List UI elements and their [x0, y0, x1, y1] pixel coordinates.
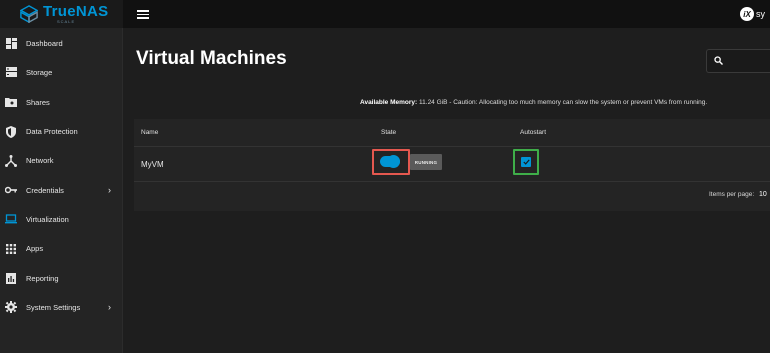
- autostart-checkbox[interactable]: [521, 157, 531, 167]
- sidebar-item-label: Apps: [26, 244, 44, 254]
- dashboard-icon: [5, 38, 17, 50]
- truenas-logo[interactable]: TrueNAS SCALE: [0, 0, 123, 28]
- search-icon: [714, 56, 723, 65]
- brand-edition: SCALE: [57, 19, 76, 24]
- sidebar-item-network[interactable]: Network: [0, 146, 123, 175]
- table-row[interactable]: MyVM RUNNING: [134, 148, 770, 182]
- sidebar-item-data-protection[interactable]: Data Protection: [0, 117, 123, 146]
- sidebar-item-label: Virtualization: [26, 214, 69, 224]
- vm-name: MyVM: [141, 160, 164, 169]
- sidebar-item-label: System Settings: [26, 302, 81, 312]
- chart-icon: [5, 272, 17, 284]
- sidebar-item-label: Shares: [26, 97, 50, 107]
- sidebar-item-dashboard[interactable]: Dashboard: [0, 29, 123, 58]
- sidebar-item-label: Storage: [26, 68, 53, 78]
- autostart-highlight-box: [513, 149, 539, 175]
- sidebar-item-label: Dashboard: [26, 39, 63, 49]
- hamburger-menu-icon[interactable]: [137, 8, 149, 20]
- apps-grid-icon: [5, 243, 17, 255]
- column-header-name[interactable]: Name: [141, 129, 158, 136]
- sidebar-item-shares[interactable]: Shares: [0, 88, 123, 117]
- brand-name: TrueNAS: [43, 3, 109, 20]
- shield-icon: [5, 125, 17, 138]
- chevron-right-icon: ›: [108, 302, 111, 313]
- available-memory-text: 11.24 GiB - Caution: Allocating too much…: [417, 99, 708, 106]
- laptop-icon: [5, 213, 17, 225]
- key-icon: [5, 184, 17, 196]
- checkmark-icon: [522, 159, 530, 165]
- vm-table-card: Name State Autostart MyVM RUNNING Items …: [134, 119, 770, 211]
- sidebar-item-credentials[interactable]: Credentials ›: [0, 175, 123, 204]
- vm-status-button[interactable]: RUNNING: [410, 154, 442, 170]
- available-memory-note: Available Memory: 11.24 GiB - Caution: A…: [360, 99, 707, 106]
- sidebar-item-apps[interactable]: Apps: [0, 234, 123, 263]
- chevron-right-icon: ›: [108, 185, 111, 196]
- gear-icon: [5, 301, 17, 314]
- search-input[interactable]: [706, 49, 770, 73]
- sidebar-nav: Dashboard Storage Shares Data Protection: [0, 29, 123, 322]
- folder-share-icon: [5, 96, 17, 108]
- column-header-state[interactable]: State: [381, 129, 396, 136]
- table-footer: Items per page: 10: [134, 183, 770, 211]
- items-per-page-select[interactable]: 10: [759, 191, 767, 198]
- page-title: Virtual Machines: [136, 48, 287, 69]
- app-root: TrueNAS SCALE Dashboard Storage Shares D…: [0, 0, 770, 353]
- toggle-knob: [387, 155, 400, 168]
- vm-state-toggle[interactable]: [380, 155, 400, 168]
- sidebar-item-label: Network: [26, 156, 54, 166]
- truenas-logo-icon: [20, 5, 38, 23]
- ix-logo-icon: iX: [740, 7, 754, 21]
- sidebar-item-storage[interactable]: Storage: [0, 58, 123, 87]
- sidebar-item-reporting[interactable]: Reporting: [0, 263, 123, 292]
- topbar: [123, 0, 770, 28]
- sidebar: TrueNAS SCALE Dashboard Storage Shares D…: [0, 0, 123, 353]
- sidebar-item-system-settings[interactable]: System Settings ›: [0, 293, 123, 322]
- sidebar-item-virtualization[interactable]: Virtualization: [0, 205, 123, 234]
- sidebar-item-label: Data Protection: [26, 127, 78, 137]
- table-header: Name State Autostart: [134, 119, 770, 147]
- ix-systems-logo[interactable]: iX sy: [740, 7, 765, 21]
- items-per-page-label: Items per page:: [709, 191, 755, 198]
- network-icon: [5, 154, 17, 167]
- storage-icon: [5, 67, 17, 79]
- vendor-text: sy: [756, 9, 765, 19]
- sidebar-item-label: Credentials: [26, 185, 64, 195]
- available-memory-label: Available Memory:: [360, 99, 418, 106]
- sidebar-item-label: Reporting: [26, 273, 59, 283]
- column-header-autostart[interactable]: Autostart: [520, 129, 546, 136]
- state-highlight-box: [372, 149, 410, 175]
